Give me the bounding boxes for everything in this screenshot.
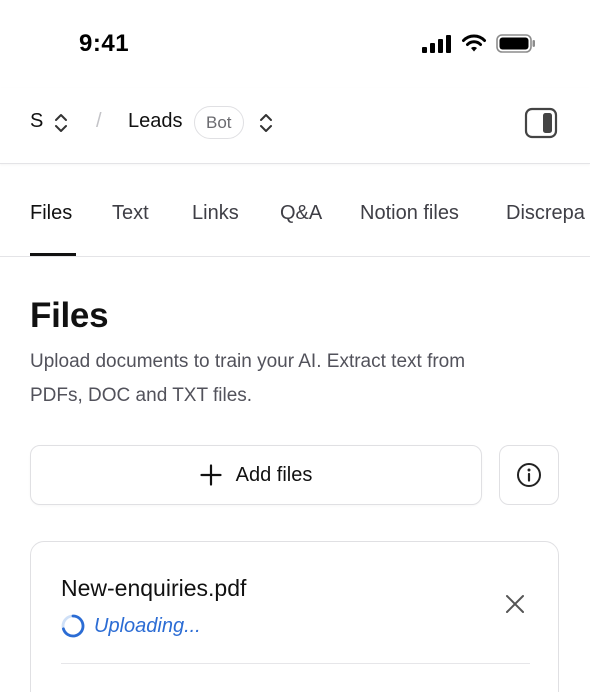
- tab-text[interactable]: Text: [112, 202, 149, 225]
- close-icon[interactable]: [505, 594, 525, 614]
- file-name: New-enquiries.pdf: [61, 575, 247, 601]
- page-description-line: PDFs, DOC and TXT files.: [30, 385, 253, 406]
- tab-files[interactable]: Files: [30, 202, 72, 225]
- plus-icon: [200, 464, 222, 486]
- battery-icon: [496, 34, 535, 53]
- top-header: S / Leads Bot: [0, 88, 590, 164]
- spinner-icon: [61, 614, 85, 638]
- tab-links[interactable]: Links: [192, 202, 239, 225]
- info-button[interactable]: [499, 445, 559, 505]
- cellular-signal-icon: [422, 34, 451, 53]
- active-tab-indicator: [30, 253, 76, 256]
- page-title: Files: [30, 296, 109, 335]
- wifi-icon: [462, 34, 486, 52]
- status-icons: [422, 34, 536, 53]
- status-time: 9:41: [79, 30, 130, 57]
- upload-status-label: Uploading...: [94, 614, 201, 637]
- tab-discrepancies[interactable]: Discrepa: [506, 202, 585, 225]
- tab-bar: Files Text Links Q&A Notion files Discre…: [0, 164, 590, 257]
- add-files-label: Add files: [235, 463, 313, 486]
- breadcrumb-separator: /: [96, 110, 102, 132]
- card-divider: [61, 663, 530, 664]
- file-card: New-enquiries.pdf Uploading...: [30, 541, 559, 692]
- bot-badge: Bot: [194, 106, 244, 139]
- chevron-up-down-icon[interactable]: [52, 111, 70, 135]
- sidebar-right-icon[interactable]: [524, 107, 558, 139]
- file-status: Uploading...: [61, 614, 201, 638]
- tab-notion-files[interactable]: Notion files: [360, 202, 459, 225]
- page-description: Upload documents to train your AI. Extra…: [30, 345, 550, 413]
- chevron-up-down-icon[interactable]: [257, 111, 275, 135]
- bot-name[interactable]: Leads: [128, 110, 183, 133]
- page-description-line: Upload documents to train your AI. Extra…: [30, 351, 466, 372]
- tab-qa[interactable]: Q&A: [280, 202, 322, 225]
- workspace-label[interactable]: S: [30, 110, 43, 133]
- status-bar: 9:41: [0, 0, 590, 88]
- info-icon: [517, 463, 541, 487]
- add-files-button[interactable]: Add files: [30, 445, 482, 505]
